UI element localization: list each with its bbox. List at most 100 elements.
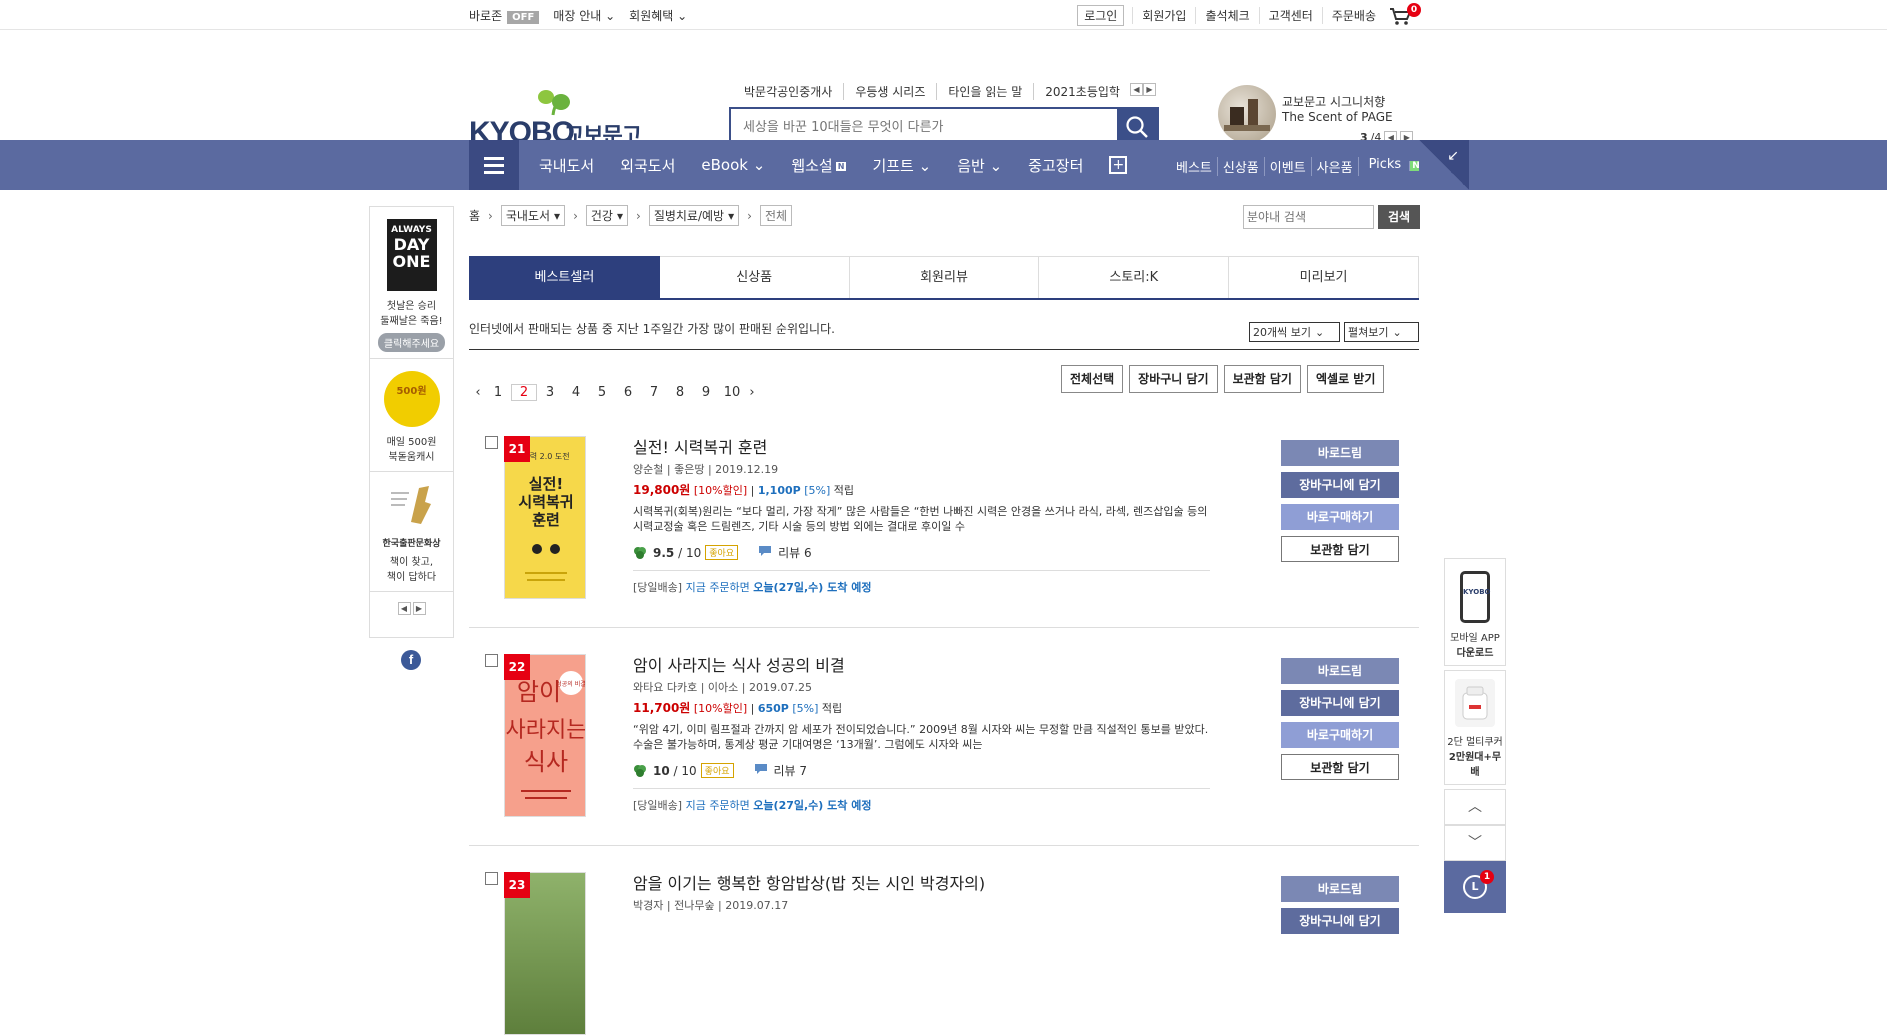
nav-used-market[interactable]: 중고장터: [1028, 155, 1083, 176]
select-all-button[interactable]: 전체선택: [1061, 365, 1124, 393]
buy-now-button[interactable]: 바로구매하기: [1281, 722, 1399, 748]
tab-review[interactable]: 회원리뷰: [849, 256, 1040, 298]
save-to-wishlist-button[interactable]: 보관함 담기: [1281, 754, 1399, 780]
quick-link[interactable]: 우등생 시리즈: [843, 83, 936, 100]
view-mode-select[interactable]: 펼쳐보기 ⌄: [1344, 322, 1419, 342]
add-to-cart-button[interactable]: 장바구니에 담기: [1281, 908, 1399, 934]
order-delivery-link[interactable]: 주문배송: [1321, 7, 1385, 24]
list-item: 23 암을 이기는 행복한 항암밥상(밥 짓는 시인 박경자의) 박경자 | 전…: [469, 870, 1419, 1035]
breadcrumb-select-3[interactable]: 질병치료/예방 ▾: [648, 205, 740, 226]
nav-gifts[interactable]: 사은품: [1310, 157, 1358, 176]
baro-dream-button[interactable]: 바로드림: [1281, 658, 1399, 684]
breadcrumb-select-1[interactable]: 국내도서 ▾: [500, 205, 566, 226]
multicooker-banner[interactable]: 2단 멀티쿠커 2만원대+무배: [1444, 670, 1506, 785]
view-count-select[interactable]: 20개씩 보기 ⌄: [1249, 322, 1340, 342]
add-to-cart-button[interactable]: 장바구니에 담기: [1281, 690, 1399, 716]
gnb-corner-toggle[interactable]: ↙: [1419, 140, 1469, 190]
page-7[interactable]: 7: [641, 385, 667, 400]
next-arrow-icon[interactable]: ▶: [412, 602, 426, 615]
next-page-icon[interactable]: ›: [745, 385, 759, 400]
nav-best[interactable]: 베스트: [1171, 157, 1217, 176]
tab-bestseller[interactable]: 베스트셀러: [469, 256, 660, 298]
prev-arrow-icon[interactable]: ◀: [397, 602, 411, 615]
nav-event[interactable]: 이벤트: [1263, 157, 1311, 176]
customer-center-link[interactable]: 고객센터: [1258, 7, 1322, 24]
save-to-wishlist-button[interactable]: 보관함 담기: [1281, 536, 1399, 562]
tab-preview[interactable]: 미리보기: [1229, 256, 1419, 298]
nav-gift[interactable]: 기프트 ⌄: [872, 155, 931, 176]
page-5[interactable]: 5: [589, 385, 615, 400]
nav-ebook[interactable]: eBook ⌄: [701, 156, 765, 174]
nav-new[interactable]: 신상품: [1216, 157, 1264, 176]
quick-link[interactable]: 2021초등입학: [1033, 83, 1131, 100]
login-link[interactable]: 로그인: [1077, 5, 1125, 26]
page-6[interactable]: 6: [615, 385, 641, 400]
page-2-current[interactable]: 2: [511, 384, 537, 401]
scroll-down-button[interactable]: ﹀: [1444, 825, 1506, 861]
quick-link[interactable]: 타인을 읽는 말: [936, 83, 1033, 100]
baro-dream-button[interactable]: 바로드림: [1281, 876, 1399, 902]
cart-button[interactable]: 0: [1389, 2, 1421, 26]
category-search-input[interactable]: [1243, 205, 1374, 229]
baro-dream-button[interactable]: 바로드림: [1281, 440, 1399, 466]
click-button[interactable]: 클릭해주세요: [377, 333, 446, 352]
member-benefit-dropdown[interactable]: 회원혜택 ⌄: [629, 7, 687, 24]
facebook-icon[interactable]: f: [401, 650, 421, 670]
recent-view-button[interactable]: L 1: [1444, 861, 1506, 913]
divider: [633, 570, 1210, 571]
rating-badge: 좋아요: [705, 545, 739, 560]
book-title[interactable]: 실전! 시력복귀 훈련: [633, 434, 767, 458]
plus-icon[interactable]: +: [1109, 156, 1128, 174]
coin-ad[interactable]: 500원 매일 500원 북돋움캐시: [370, 371, 453, 472]
page-3[interactable]: 3: [537, 385, 563, 400]
award-ad[interactable]: 한국출판문화상 책이 찾고, 책이 답하다: [370, 484, 453, 592]
buy-now-button[interactable]: 바로구매하기: [1281, 504, 1399, 530]
gnb-right-links: 베스트 신상품 이벤트 사은품 Picks N: [1171, 157, 1427, 176]
breadcrumb-current[interactable]: 전체: [759, 205, 793, 226]
item-buttons: 바로드림 장바구니에 담기 바로구매하기 보관함 담기: [1281, 440, 1399, 568]
barozone-toggle[interactable]: 바로존 OFF: [469, 7, 540, 24]
add-wishlist-button[interactable]: 보관함 담기: [1223, 365, 1301, 393]
book-ad[interactable]: ALWAYS DAY ONE 첫날은 승리 둘째날은 죽음! 클릭해주세요: [370, 219, 453, 359]
nav-domestic-books[interactable]: 국내도서: [539, 155, 594, 176]
page-10[interactable]: 10: [719, 385, 745, 400]
item-checkbox[interactable]: [485, 436, 498, 449]
item-checkbox[interactable]: [485, 654, 498, 667]
page-4[interactable]: 4: [563, 385, 589, 400]
kyobo-logo[interactable]: KYOBO 교보문고: [469, 62, 649, 149]
nav-web-novel[interactable]: 웹소설 N: [791, 155, 847, 176]
tab-story-k[interactable]: 스토리:K: [1039, 256, 1230, 298]
join-link[interactable]: 회원가입: [1132, 7, 1195, 24]
nav-music[interactable]: 음반 ⌄: [957, 155, 1002, 176]
page-8[interactable]: 8: [667, 385, 693, 400]
scroll-up-button[interactable]: ︿: [1444, 789, 1506, 825]
breadcrumb-home[interactable]: 홈: [469, 207, 480, 224]
nav-picks[interactable]: Picks N: [1357, 157, 1427, 176]
review-count[interactable]: 리뷰 7: [774, 762, 808, 779]
all-menu-button[interactable]: [469, 140, 519, 190]
next-arrow-icon[interactable]: ▶: [1143, 83, 1156, 96]
attendance-link[interactable]: 출석체크: [1195, 7, 1258, 24]
nav-foreign-books[interactable]: 외국도서: [620, 155, 675, 176]
book-rating: 9.5 / 10 좋아요 리뷰 6: [633, 544, 812, 561]
book-title[interactable]: 암이 사라지는 식사 성공의 비결: [633, 652, 845, 676]
excel-download-button[interactable]: 엑셀로 받기: [1306, 365, 1385, 393]
category-search: 검색: [1243, 205, 1420, 229]
mobile-app-banner[interactable]: KYOBO 모바일 APP 다운로드: [1444, 558, 1506, 666]
book-title[interactable]: 암을 이기는 행복한 항암밥상(밥 짓는 시인 박경자의): [633, 870, 985, 894]
add-cart-button[interactable]: 장바구니 담기: [1129, 365, 1218, 393]
header-promo-banner[interactable]: 교보문고 시그니처향 The Scent of PAGE 3/4 ◀ ▶: [1218, 85, 1418, 145]
item-checkbox[interactable]: [485, 872, 498, 885]
breadcrumb-select-2[interactable]: 건강 ▾: [585, 205, 628, 226]
prev-page-icon[interactable]: ‹: [471, 385, 485, 400]
hamburger-icon: [484, 156, 504, 160]
page-1[interactable]: 1: [485, 385, 511, 400]
add-to-cart-button[interactable]: 장바구니에 담기: [1281, 472, 1399, 498]
tab-new[interactable]: 신상품: [659, 256, 850, 298]
store-info-dropdown[interactable]: 매장 안내 ⌄: [553, 7, 615, 24]
quick-link[interactable]: 박문각공인중개사: [744, 83, 843, 100]
category-search-button[interactable]: 검색: [1378, 205, 1420, 229]
prev-arrow-icon[interactable]: ◀: [1130, 83, 1143, 96]
review-count[interactable]: 리뷰 6: [778, 544, 812, 561]
page-9[interactable]: 9: [693, 385, 719, 400]
